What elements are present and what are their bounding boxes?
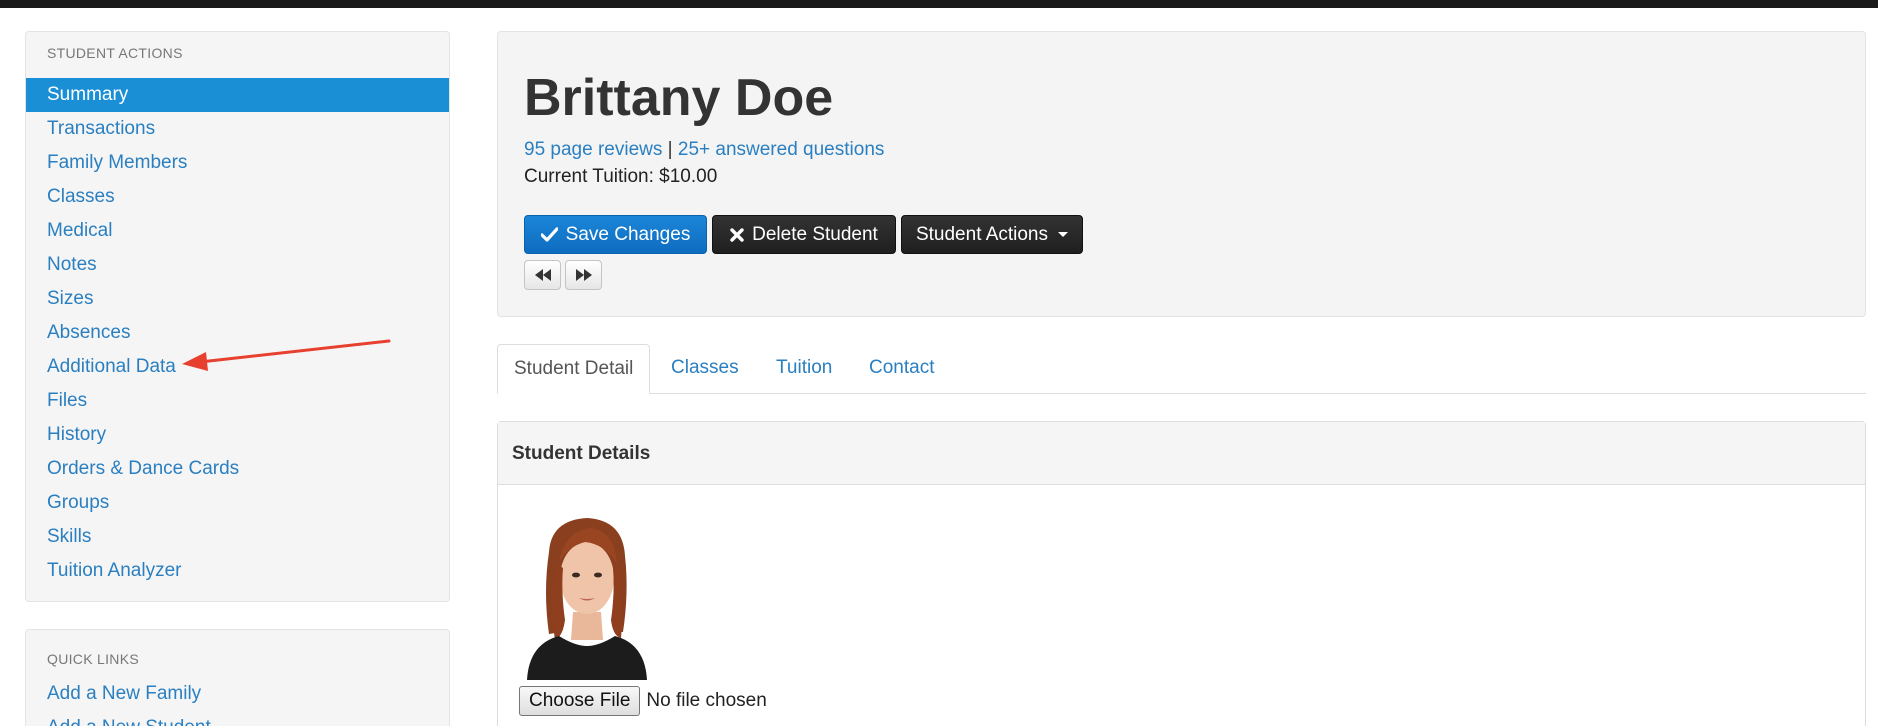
sidebar-item-orders-dance-cards[interactable]: Orders & Dance Cards [26, 452, 449, 486]
page-reviews-link[interactable]: 95 page reviews [524, 139, 662, 160]
sidebar-item-medical[interactable]: Medical [26, 214, 449, 248]
save-changes-button[interactable]: Save Changes [524, 215, 707, 254]
student-meta: 95 page reviews | 25+ answered questions [524, 139, 884, 161]
sidebar-item-files[interactable]: Files [26, 384, 449, 418]
fast-forward-icon [575, 269, 592, 281]
sidebar-item-sizes[interactable]: Sizes [26, 282, 449, 316]
sidebar-item-family-members[interactable]: Family Members [26, 146, 449, 180]
sidebar-item-skills[interactable]: Skills [26, 520, 449, 554]
tab-tuition[interactable]: Tuition [760, 344, 848, 394]
student-name: Brittany Doe [524, 69, 834, 127]
student-header-panel: Brittany Doe 95 page reviews | 25+ answe… [497, 31, 1866, 317]
student-actions-dropdown[interactable]: Student Actions [901, 215, 1083, 254]
previous-student-button[interactable] [524, 260, 561, 290]
student-details-heading: Student Details [498, 422, 1865, 485]
tab-contact[interactable]: Contact [853, 344, 950, 394]
tab-student-detail[interactable]: Student Detail [497, 344, 651, 394]
check-icon [540, 227, 558, 242]
answered-questions-link[interactable]: 25+ answered questions [678, 139, 885, 160]
sidebar-item-summary[interactable]: Summary [26, 78, 449, 112]
no-file-chosen-text: No file chosen [646, 690, 767, 711]
sidebar-item-history[interactable]: History [26, 418, 449, 452]
sidebar-item-groups[interactable]: Groups [26, 486, 449, 520]
sidebar-item-notes[interactable]: Notes [26, 248, 449, 282]
annotation-arrow [182, 339, 391, 371]
sidebar-item-tuition-analyzer[interactable]: Tuition Analyzer [26, 554, 449, 588]
quick-link-add-student[interactable]: Add a New Student [26, 711, 449, 726]
photo-upload: Choose File No file chosen [519, 686, 767, 716]
student-actions-list: Summary Transactions Family Members Clas… [26, 78, 449, 588]
delete-student-button[interactable]: Delete Student [712, 215, 896, 254]
quick-links-heading: QUICK LINKS [47, 651, 139, 667]
student-photo [519, 512, 654, 680]
choose-file-button[interactable]: Choose File [519, 686, 641, 716]
caret-down-icon [1058, 232, 1069, 237]
student-actions-label: Student Actions [915, 223, 1049, 245]
tab-classes[interactable]: Classes [655, 344, 755, 394]
save-changes-label: Save Changes [565, 223, 691, 245]
x-icon [730, 227, 744, 242]
sidebar-item-transactions[interactable]: Transactions [26, 112, 449, 146]
meta-separator: | [662, 139, 678, 160]
next-student-button[interactable] [565, 260, 602, 290]
student-actions-heading: STUDENT ACTIONS [47, 45, 183, 61]
delete-student-label: Delete Student [752, 223, 878, 245]
quick-link-add-family[interactable]: Add a New Family [26, 677, 449, 711]
quick-links-panel: QUICK LINKS Add a New Family Add a New S… [25, 629, 450, 726]
quick-links-list: Add a New Family Add a New Student [26, 677, 449, 726]
sidebar-item-classes[interactable]: Classes [26, 180, 449, 214]
student-actions-panel: STUDENT ACTIONS Summary Transactions Fam… [25, 31, 450, 602]
rewind-icon [534, 269, 551, 281]
current-tuition: Current Tuition: $10.00 [524, 166, 718, 187]
top-navbar [0, 0, 1878, 8]
student-details-panel: Student Details Choose File No file chos… [497, 421, 1866, 726]
